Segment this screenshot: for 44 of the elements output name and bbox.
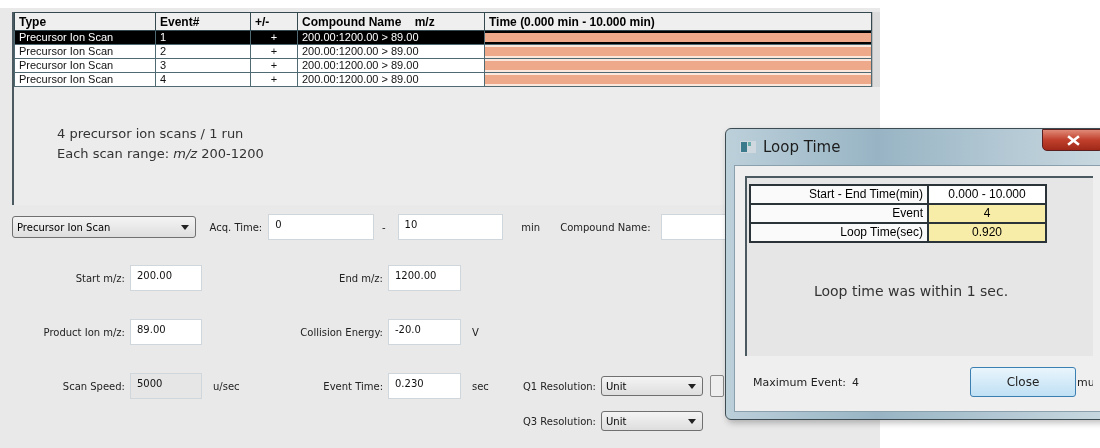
column-header[interactable]: +/- bbox=[250, 12, 298, 31]
column-header[interactable]: Time (0.000 min - 10.000 min) bbox=[484, 12, 872, 31]
field-label: Start m/z: bbox=[74, 272, 125, 284]
field-label: Product Ion m/z: bbox=[42, 326, 125, 338]
table-row[interactable]: Precursor Ion Scan 4 + 200.00:1200.00 > 89.00 bbox=[14, 72, 872, 87]
input-field[interactable]: 1200.00 bbox=[388, 265, 461, 291]
input-field[interactable]: 0.230 bbox=[388, 373, 461, 399]
input-field[interactable]: 200.00 bbox=[130, 265, 202, 291]
field-label: Acq. Time: bbox=[209, 221, 263, 233]
unit-label: sec bbox=[471, 380, 490, 392]
field-label: Q1 Resolution: bbox=[521, 380, 596, 392]
table-cell: 0.000 - 10.000 bbox=[928, 185, 1046, 204]
unit-label: u/sec bbox=[212, 380, 241, 392]
message-text: Loop time was within 1 sec. bbox=[812, 283, 1010, 299]
field-label: Q3 Resolution: bbox=[521, 415, 596, 427]
column-header[interactable]: Event# bbox=[155, 12, 251, 31]
column-header[interactable]: Type bbox=[14, 12, 156, 31]
table-cell: Start - End Time(min) bbox=[750, 185, 928, 204]
field-label: End m/z: bbox=[338, 272, 383, 284]
unit-label: min bbox=[521, 221, 541, 233]
table-row[interactable]: Precursor Ion Scan 3 + 200.00:1200.00 > 89.00 bbox=[14, 58, 872, 73]
separator-text: - bbox=[381, 221, 386, 233]
close-button[interactable]: Close bbox=[970, 367, 1076, 397]
q1-resolution-dropdown[interactable]: Unit bbox=[601, 376, 703, 396]
window-title: Loop Time bbox=[763, 138, 841, 156]
q3-resolution-dropdown[interactable]: Unit bbox=[601, 411, 703, 431]
scan-type-dropdown[interactable]: Precursor Ion Scan bbox=[12, 216, 196, 238]
field-label: Event Time: bbox=[322, 380, 383, 392]
field-label: Compound Name: bbox=[560, 221, 651, 233]
input-field[interactable]: 0 bbox=[268, 214, 374, 240]
field-label: Collision Energy: bbox=[299, 326, 383, 338]
annotation-text: Each scan range: m/z 200-1200 bbox=[57, 145, 264, 163]
input-field[interactable]: 10 bbox=[397, 214, 504, 240]
input-field[interactable]: -20.0 bbox=[388, 319, 461, 345]
field-label: Maximum Event: bbox=[753, 375, 846, 389]
table-row[interactable]: Precursor Ion Scan 1 + 200.00:1200.00 > 89.00 bbox=[14, 30, 872, 45]
annotation-text: 4 precursor ion scans / 1 run bbox=[57, 125, 244, 143]
field-label: mu bbox=[1077, 375, 1093, 389]
column-header[interactable]: Compound Name m/z bbox=[297, 12, 485, 31]
max-event-value: 4 bbox=[851, 375, 860, 389]
input-field[interactable]: 89.00 bbox=[130, 319, 202, 345]
unit-label: V bbox=[471, 326, 480, 338]
table-row[interactable]: Precursor Ion Scan 2 + 200.00:1200.00 > 89.00 bbox=[14, 44, 872, 59]
field-label: Scan Speed: bbox=[61, 380, 125, 392]
